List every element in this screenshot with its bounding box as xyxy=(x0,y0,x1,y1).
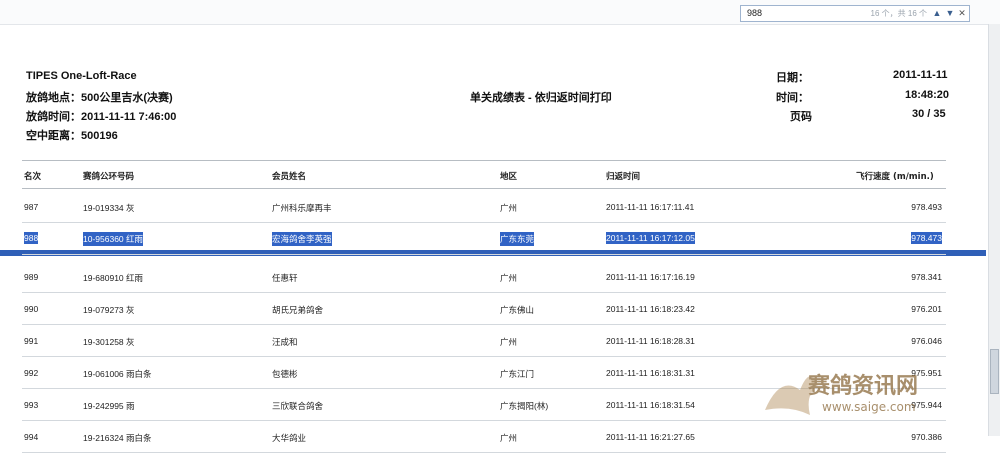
vertical-scrollbar[interactable] xyxy=(988,24,1000,436)
cell-ring: 19-019334 灰 xyxy=(83,203,135,213)
cell-name: 三欣联合鸽舍 xyxy=(272,401,324,411)
cell-area: 广东揭阳(林) xyxy=(500,401,549,411)
cell-speed: 978.493 xyxy=(911,202,942,212)
cell-rank: 994 xyxy=(24,432,39,442)
watermark-url: www.saige.com xyxy=(822,400,916,414)
page-value: 30 / 35 xyxy=(912,108,946,120)
date-value: 2011-11-11 xyxy=(893,69,948,81)
cell-time: 2011-11-11 16:18:31.31 xyxy=(606,368,695,378)
cell-time: 2011-11-11 16:17:11.41 xyxy=(606,202,695,212)
time-value: 18:48:20 xyxy=(905,89,950,101)
cell-rank: 990 xyxy=(24,304,39,314)
cell-name: 任惠轩 xyxy=(272,273,298,283)
col-ring-header: 赛鸽公环号码 xyxy=(83,172,135,182)
scrollbar-thumb[interactable] xyxy=(990,349,999,394)
cell-time: 2011-11-11 16:18:23.42 xyxy=(606,304,695,314)
cell-time: 2011-11-11 16:18:28.31 xyxy=(606,336,695,346)
cell-rank: 989 xyxy=(24,272,39,282)
cell-time: 2011-11-11 16:17:12.05 xyxy=(606,232,695,244)
cell-time: 2011-11-11 16:17:16.19 xyxy=(606,272,695,282)
table-row[interactable]: 987 19-019334 灰 广州科乐摩再丰 广州 2011-11-11 16:17:… xyxy=(0,190,986,223)
cell-rank: 993 xyxy=(24,400,39,410)
cell-ring: 19-680910 红雨 xyxy=(83,273,144,283)
date-label: 日期： xyxy=(776,72,809,84)
table-row[interactable]: 989 19-680910 红雨 任惠轩 广州 2011-11-11 16:17:16.… xyxy=(0,260,986,293)
col-time-header: 归返时间 xyxy=(606,172,641,182)
cell-rank: 987 xyxy=(24,202,39,212)
find-bar[interactable]: 988 16 个，共 16 个 ▲ ▼ ✕ xyxy=(740,5,970,22)
cell-ring: 19-061006 雨白条 xyxy=(83,369,152,379)
header-bottom-rule xyxy=(22,188,946,189)
cell-speed: 976.201 xyxy=(911,304,942,314)
cell-rank: 988 xyxy=(24,232,39,244)
col-name-header: 会员姓名 xyxy=(272,172,307,182)
arrow-up-icon[interactable]: ▲ xyxy=(931,6,943,21)
cell-name: 宏海鸽舍李英强 xyxy=(272,232,332,246)
cell-speed: 978.473 xyxy=(911,232,942,244)
cell-area: 广州 xyxy=(500,337,518,347)
cell-time: 2011-11-11 16:18:31.54 xyxy=(606,400,695,410)
report-title: 单关成绩表 - 依归返时间打印 xyxy=(470,92,612,104)
cell-ring: 10-956360 红雨 xyxy=(83,232,144,246)
table-row[interactable]: 990 19-079273 灰 胡氏兄弟鸽舍 广东佛山 2011-11-11 16:18… xyxy=(0,292,986,325)
table-row[interactable]: 988 10-956360 红雨 宏海鸽舍李英强 广东东莞 2011-11-11 16:… xyxy=(0,222,986,255)
cell-name: 胡氏兄弟鸽舍 xyxy=(272,305,324,315)
browser-toolbar: 988 16 个，共 16 个 ▲ ▼ ✕ xyxy=(0,0,1000,25)
row-divider xyxy=(22,254,946,255)
cell-rank: 991 xyxy=(24,336,39,346)
cell-name: 包德彬 xyxy=(272,369,298,379)
cell-area: 广东佛山 xyxy=(500,305,535,315)
org-name: TIPES One-Loft-Race xyxy=(26,70,137,82)
cell-area: 广州 xyxy=(500,273,518,283)
watermark-logo: 赛鸽资讯网 www.saige.com xyxy=(760,350,965,430)
close-icon[interactable]: ✕ xyxy=(956,6,968,21)
cell-time: 2011-11-11 16:21:27.65 xyxy=(606,432,695,442)
cell-area: 广州 xyxy=(500,203,518,213)
col-rank-header: 名次 xyxy=(24,172,42,182)
header-top-rule xyxy=(22,160,946,161)
cell-ring: 19-079273 灰 xyxy=(83,305,135,315)
air-distance: 空中距离：500196 xyxy=(26,130,118,142)
arrow-down-icon[interactable]: ▼ xyxy=(944,6,956,21)
cell-ring: 19-216324 雨白条 xyxy=(83,433,152,443)
release-place: 放鸽地点：500公里吉水(决赛) xyxy=(26,92,173,104)
watermark-name: 赛鸽资讯网 xyxy=(808,374,919,399)
cell-name: 广州科乐摩再丰 xyxy=(272,203,332,213)
cell-ring: 19-242995 雨 xyxy=(83,401,135,411)
find-input[interactable]: 988 xyxy=(747,8,762,18)
cell-speed: 978.341 xyxy=(911,272,942,282)
cell-area: 广东江门 xyxy=(500,369,535,379)
cell-name: 大华鸽业 xyxy=(272,433,307,443)
col-speed-header: 飞行速度 (m/min.) xyxy=(856,172,934,182)
cell-name: 汪成和 xyxy=(272,337,298,347)
cell-ring: 19-301258 灰 xyxy=(83,337,135,347)
release-time: 放鸽时间：2011-11-11 7:46:00 xyxy=(26,111,177,123)
time-label: 时间： xyxy=(776,92,809,104)
page-label: 页码 xyxy=(790,111,812,123)
cell-rank: 992 xyxy=(24,368,39,378)
cell-speed: 976.046 xyxy=(911,336,942,346)
cell-area: 广州 xyxy=(500,433,518,443)
cell-area: 广东东莞 xyxy=(500,232,535,246)
find-match-count: 16 个，共 16 个 xyxy=(870,9,927,18)
col-area-header: 地区 xyxy=(500,172,518,182)
cell-speed: 970.386 xyxy=(911,432,942,442)
